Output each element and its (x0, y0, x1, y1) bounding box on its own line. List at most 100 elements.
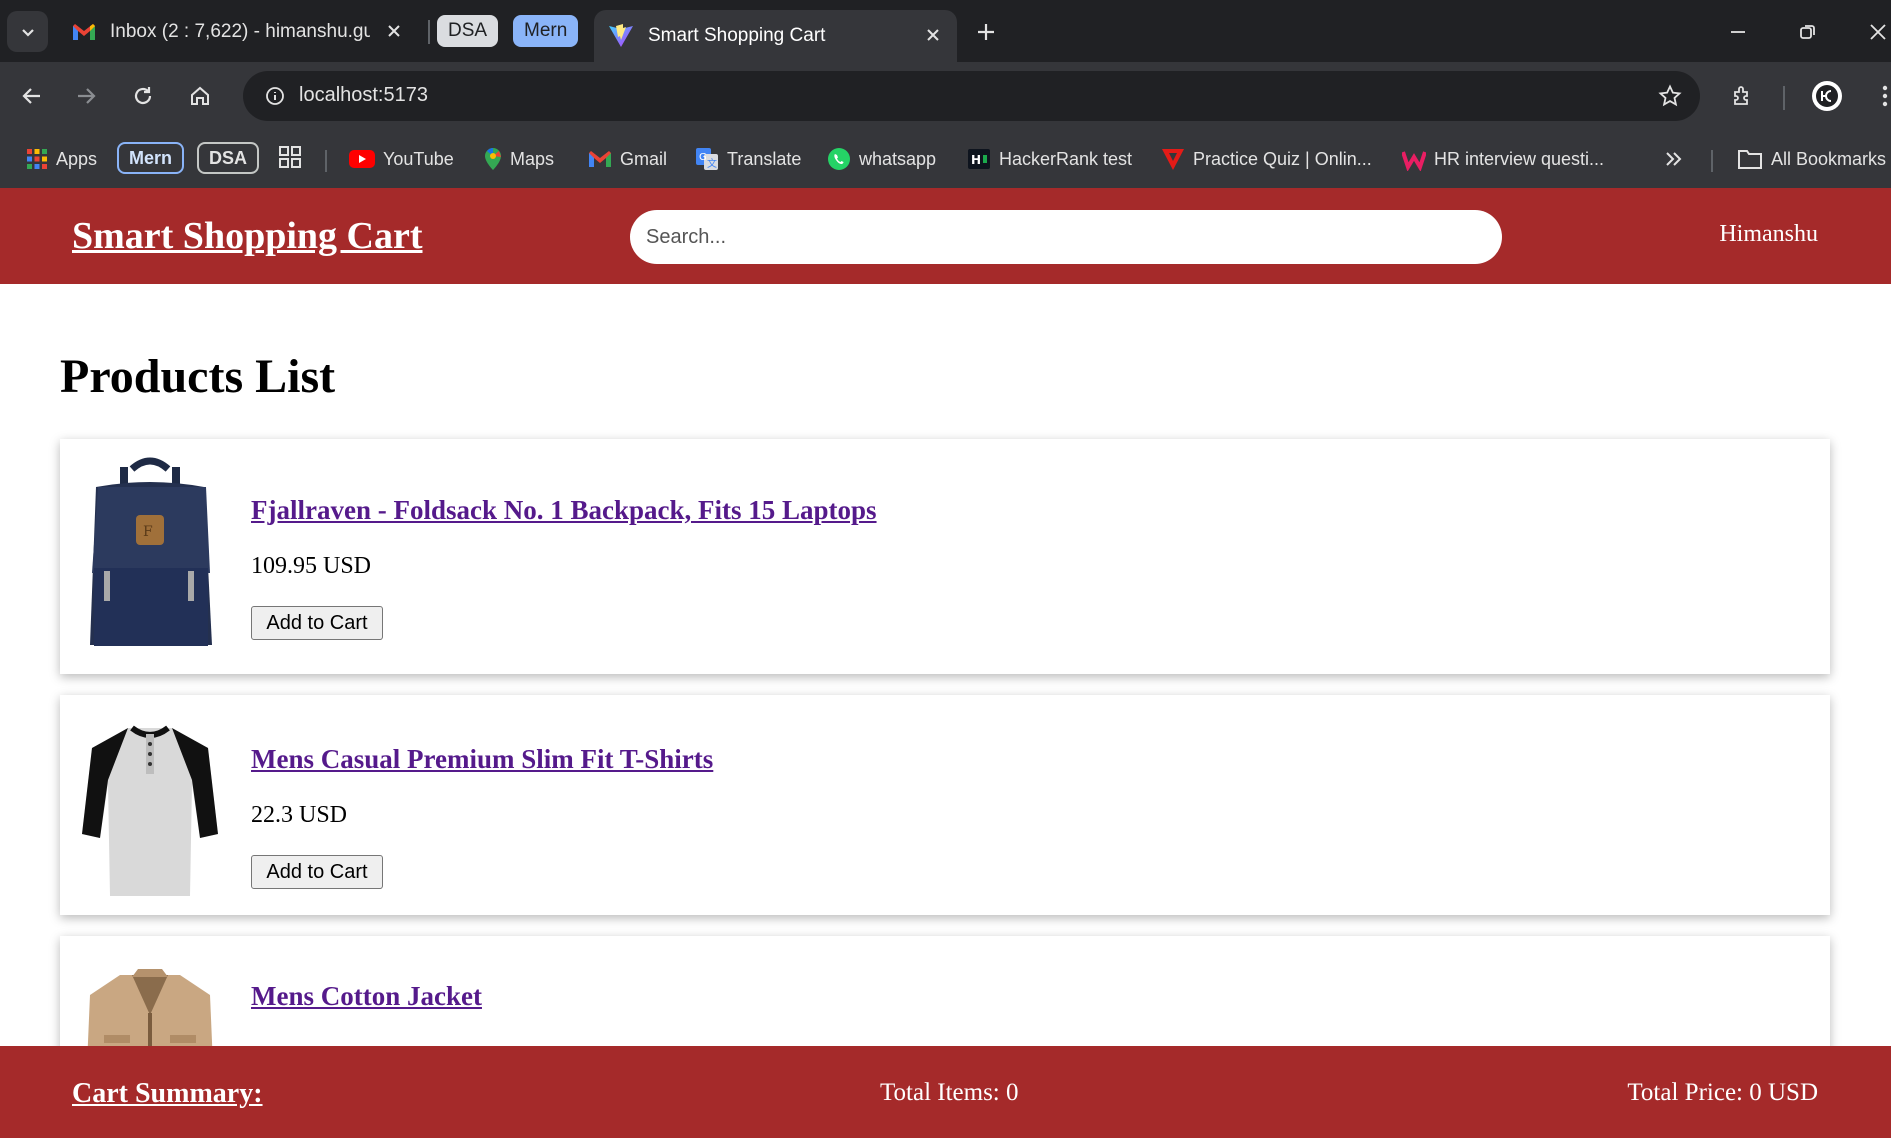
product-name-link[interactable]: Mens Casual Premium Slim Fit T-Shirts (251, 744, 713, 775)
bookmark-whatsapp[interactable]: whatsapp (827, 142, 936, 176)
plus-icon (978, 24, 994, 40)
app-header: Smart Shopping Cart Himanshu (0, 188, 1891, 284)
bookmark-label: HackerRank test (999, 148, 1133, 169)
bookmarks-bar: Apps Mern DSA YouTube Maps Gmail G文 Tran… (0, 130, 1891, 188)
bookmark-maps[interactable]: Maps (484, 142, 554, 176)
bookmark-hackerrank[interactable]: H HackerRank test (967, 142, 1132, 176)
bookmark-gmail[interactable]: Gmail (588, 142, 667, 176)
svg-text:F: F (143, 524, 153, 540)
reload-button[interactable] (124, 77, 162, 115)
whatsapp-icon (827, 147, 851, 171)
close-icon[interactable] (382, 19, 406, 43)
puzzle-icon (1734, 86, 1748, 105)
site-info-icon[interactable] (265, 86, 285, 106)
chevron-double-right-icon (1666, 152, 1682, 166)
close-icon[interactable] (921, 23, 945, 47)
product-price: 22.3 USD (251, 802, 348, 828)
svg-text:文: 文 (707, 157, 717, 170)
cart-summary-bar: Cart Summary: Total Items: 0 Total Price… (0, 1046, 1891, 1138)
product-price: 109.95 USD (251, 553, 372, 579)
home-button[interactable] (181, 77, 219, 115)
hr-interview-icon (1402, 147, 1426, 171)
tab-group-dsa[interactable]: DSA (437, 15, 499, 47)
translate-icon: G文 (695, 147, 719, 171)
total-price: Total Price: 0 USD (1627, 1079, 1818, 1106)
window-close-button[interactable] (1860, 14, 1891, 50)
svg-text:H: H (971, 153, 981, 167)
svg-text:G: G (699, 152, 707, 163)
toolbar-divider (1783, 86, 1785, 110)
jacket-image (75, 950, 225, 1046)
home-icon (191, 86, 209, 105)
total-items: Total Items: 0 (880, 1079, 1019, 1106)
bookmark-translate[interactable]: G文 Translate (695, 142, 801, 176)
quiz-icon (1161, 147, 1185, 171)
vite-icon (609, 24, 633, 47)
main-content: Products List F Fjallraven - Foldsack No… (0, 284, 1891, 1046)
bookmark-label: Gmail (620, 148, 668, 169)
more-vert-icon (1882, 85, 1888, 107)
arrow-right-icon (78, 88, 96, 104)
tab-group-mern[interactable]: Mern (513, 15, 579, 47)
tshirt-image (75, 709, 225, 909)
product-card: Mens Casual Premium Slim Fit T-Shirts 22… (60, 695, 1830, 915)
avatar (1812, 81, 1842, 111)
back-button[interactable] (13, 77, 51, 115)
tab-title: Smart Shopping Cart (648, 25, 826, 46)
tab-inbox[interactable]: Inbox (2 : 7,622) - himanshu.gupta (60, 10, 418, 53)
youtube-icon (349, 150, 375, 168)
bookmark-hr-interview[interactable]: HR interview questi... (1402, 142, 1604, 176)
folder-icon (1737, 148, 1763, 170)
browser-toolbar: localhost:5173 (0, 62, 1891, 130)
all-bookmarks-button[interactable]: All Bookmarks (1737, 142, 1886, 176)
forward-button[interactable] (67, 77, 105, 115)
bookmark-label: Practice Quiz | Onlin... (1193, 148, 1372, 169)
maps-pin-icon (484, 147, 502, 171)
bookmark-folder-dsa[interactable]: DSA (197, 142, 260, 174)
bookmark-apps[interactable]: Apps (26, 142, 97, 176)
search-input[interactable] (630, 210, 1502, 264)
restore-button[interactable] (1790, 14, 1826, 50)
tab-search-button[interactable] (7, 11, 48, 52)
product-card: Mens Cotton Jacket (60, 936, 1830, 1046)
tab-groups-button[interactable] (278, 142, 302, 176)
bookmark-label: Apps (56, 148, 98, 169)
tab-divider (428, 20, 430, 44)
minimize-icon (1731, 31, 1745, 33)
product-name-link[interactable]: Fjallraven - Foldsack No. 1 Backpack, Fi… (251, 495, 877, 526)
add-to-cart-button[interactable]: Add to Cart (251, 855, 383, 889)
bookmark-youtube[interactable]: YouTube (349, 142, 454, 176)
product-card: F Fjallraven - Foldsack No. 1 Backpack, … (60, 439, 1830, 674)
apps-grid-icon (26, 148, 48, 170)
reload-icon (134, 87, 152, 105)
cart-summary-title[interactable]: Cart Summary: (72, 1078, 263, 1110)
gmail-icon (73, 23, 95, 40)
bookmarks-overflow-button[interactable] (1663, 142, 1683, 176)
backpack-image: F (75, 453, 225, 653)
extensions-button[interactable] (1724, 77, 1762, 115)
address-bar[interactable]: localhost:5173 (243, 71, 1700, 121)
menu-button[interactable] (1866, 77, 1891, 115)
product-name-link[interactable]: Mens Cotton Jacket (251, 981, 482, 1012)
tab-title: Inbox (2 : 7,622) - himanshu.gupta (110, 20, 370, 42)
bookmark-practice-quiz[interactable]: Practice Quiz | Onlin... (1161, 142, 1372, 176)
profile-button[interactable] (1808, 77, 1846, 115)
brand-link[interactable]: Smart Shopping Cart (72, 214, 423, 258)
page-title: Products List (60, 350, 336, 403)
bookmark-label: whatsapp (859, 148, 937, 169)
bookmarks-divider (1711, 150, 1713, 172)
new-tab-button[interactable] (972, 18, 1000, 46)
close-icon (1870, 24, 1886, 40)
bookmark-label: YouTube (383, 148, 454, 169)
add-to-cart-button[interactable]: Add to Cart (251, 606, 383, 640)
tab-smart-shopping-cart[interactable]: Smart Shopping Cart (594, 10, 957, 62)
bookmark-label: Translate (727, 148, 802, 169)
hackerrank-icon: H (967, 147, 991, 171)
browser-tab-bar: Inbox (2 : 7,622) - himanshu.gupta DSA M… (0, 0, 1891, 62)
url-text[interactable]: localhost:5173 (299, 84, 428, 107)
star-icon[interactable] (1658, 84, 1682, 108)
bookmark-folder-mern[interactable]: Mern (117, 142, 185, 174)
gmail-icon (588, 150, 612, 168)
minimize-button[interactable] (1720, 14, 1756, 50)
grid-icon (278, 145, 302, 174)
